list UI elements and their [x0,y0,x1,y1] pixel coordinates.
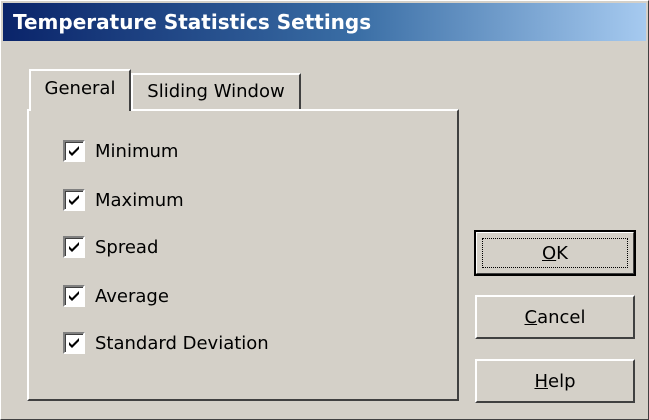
help-mnemonic: H [534,370,549,392]
checkmark-icon [69,291,79,301]
checkbox-maximum[interactable] [63,189,85,211]
checkbox-average-label: Average [95,285,169,307]
checkbox-minimum-row[interactable]: Minimum [63,139,178,163]
checkbox-standard-deviation[interactable] [63,332,85,354]
help-button[interactable]: Help [475,359,635,403]
tab-sliding-window[interactable]: Sliding Window [131,73,301,109]
tab-general-label: General [44,78,116,99]
cancel-button[interactable]: Cancel [475,295,635,339]
checkbox-minimum[interactable] [63,140,85,162]
help-label-rest: elp [548,370,576,392]
tab-general[interactable]: General [29,69,131,111]
checkmark-icon [69,338,79,348]
checkbox-spread-label: Spread [95,236,159,258]
checkbox-maximum-label: Maximum [95,189,184,211]
cancel-label-rest: ancel [537,306,586,328]
checkmark-icon [69,146,79,156]
checkmark-icon [69,242,79,252]
checkbox-standard-deviation-row[interactable]: Standard Deviation [63,331,269,355]
checkbox-spread-row[interactable]: Spread [63,235,158,259]
general-tab-panel: Minimum Maximum Spread Average Standard … [27,109,459,401]
checkbox-spread[interactable] [63,236,85,258]
dialog-window: Temperature Statistics Settings General … [0,0,649,420]
ok-button[interactable]: OK [474,230,636,276]
checkbox-average[interactable] [63,285,85,307]
checkbox-standard-deviation-label: Standard Deviation [95,332,269,354]
checkbox-average-row[interactable]: Average [63,284,169,308]
checkbox-maximum-row[interactable]: Maximum [63,188,184,212]
title-bar[interactable]: Temperature Statistics Settings [3,3,646,41]
focus-rectangle [482,238,628,268]
window-title: Temperature Statistics Settings [13,10,372,34]
checkmark-icon [69,195,79,205]
tab-sliding-window-label: Sliding Window [147,81,285,102]
cancel-mnemonic: C [524,306,538,328]
checkbox-minimum-label: Minimum [95,140,179,162]
